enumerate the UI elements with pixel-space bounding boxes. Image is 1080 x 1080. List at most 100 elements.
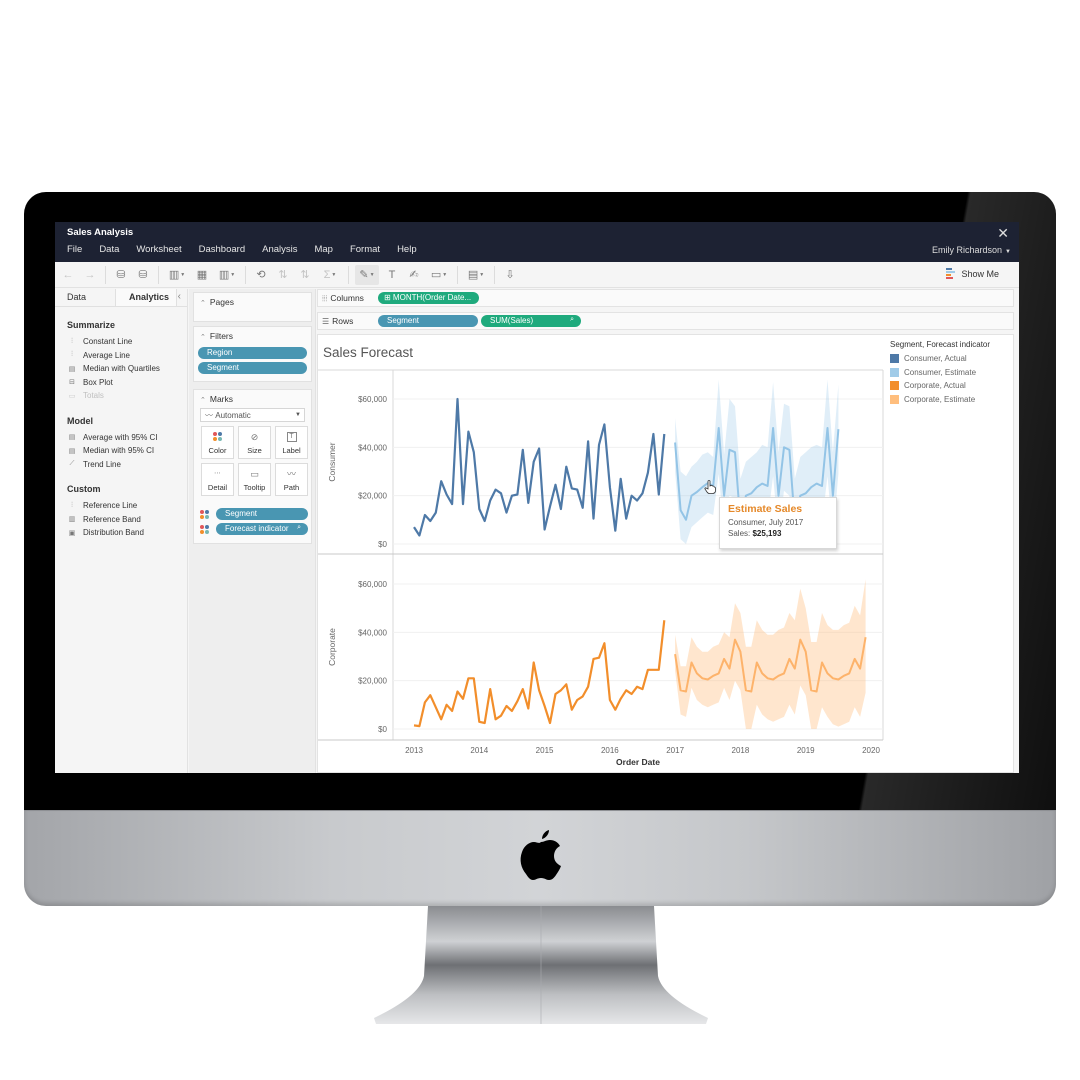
legend-label: Corporate, Actual	[904, 381, 966, 391]
totals-button[interactable]: Σ ▼	[318, 265, 342, 285]
x-tick-label: 2014	[470, 746, 488, 755]
legend-title: Segment, Forecast indicator	[890, 340, 991, 349]
chevron-down-icon: ▼	[369, 271, 375, 278]
actual-line-consumer	[413, 397, 666, 537]
user-menu[interactable]: Emily Richardson ▼	[932, 245, 1011, 255]
y-tick-label: $60,000	[358, 395, 387, 404]
rows-shelf[interactable]: ☰ Rows Segment SUM(Sales) ⌕	[317, 312, 1014, 330]
annotate-button[interactable]: ✍	[405, 265, 423, 285]
analytics-item-median-with-quartiles[interactable]: ▤ Median with Quartiles	[67, 362, 187, 376]
rows-pill-sum-sales[interactable]: SUM(Sales) ⌕	[481, 315, 581, 327]
average-line-icon: ⫶	[71, 351, 73, 359]
label-button[interactable]: T Label	[275, 426, 308, 459]
marks-pill-segment[interactable]: Segment	[216, 508, 308, 520]
tooltip-button-label: Tooltip	[243, 483, 266, 492]
columns-shelf[interactable]: ⦙⦙⦙ Columns ⊞ MONTH(Order Date...	[317, 289, 1014, 307]
size-button[interactable]: ⊘ Size	[238, 426, 271, 459]
analytics-item-constant-line[interactable]: ⫶ Constant Line	[67, 335, 187, 349]
analytics-item-box-plot[interactable]: ⊟ Box Plot	[67, 376, 187, 390]
toolbar-divider	[348, 265, 349, 284]
new-worksheet-button[interactable]: ▥ ▼	[165, 265, 189, 285]
presentation-button[interactable]: ▤ ▼	[464, 265, 488, 285]
rows-pill-segment[interactable]: Segment	[378, 315, 478, 327]
clear-sheet-button[interactable]: ▥ ▼	[215, 265, 239, 285]
analytics-item-median-with-95-ci[interactable]: ▤ Median with 95% CI	[67, 444, 187, 458]
color-button[interactable]: Color	[201, 426, 234, 459]
back-arrow-button[interactable]: ←	[59, 265, 77, 285]
path-button[interactable]: 〰 Path	[275, 463, 308, 496]
share-button[interactable]: ⇩	[501, 265, 519, 285]
menu-help[interactable]: Help	[384, 242, 421, 260]
menu-format[interactable]: Format	[337, 242, 384, 260]
close-icon[interactable]: ✕	[997, 225, 1009, 242]
filters-card-header: ⌃ Filters	[194, 327, 311, 341]
fit-button[interactable]: ▭ ▼	[427, 265, 451, 285]
swap-rows-columns-button[interactable]: ⟲	[252, 265, 270, 285]
collapse-chevron-icon[interactable]: ⌃	[200, 334, 206, 341]
label-button-label: Label	[282, 446, 301, 455]
menu-map[interactable]: Map	[301, 242, 336, 260]
x-tick-label: 2017	[666, 746, 684, 755]
analytics-item-reference-line[interactable]: ⫶ Reference Line	[67, 499, 187, 513]
columns-shelf-label: ⦙⦙⦙ Columns	[322, 293, 364, 304]
legend-item-corporate-actual[interactable]: Corporate, Actual	[890, 379, 990, 393]
legend-item-consumer-estimate[interactable]: Consumer, Estimate	[890, 366, 990, 380]
analytics-item-label: Distribution Band	[83, 528, 144, 538]
collapse-chevron-icon[interactable]: ⌃	[200, 300, 206, 307]
tab-data[interactable]: Data	[55, 289, 115, 306]
color-encoding-icon	[200, 509, 209, 519]
fit-icon: ▭	[430, 269, 442, 281]
marks-pill-forecast-indicator[interactable]: Forecast indicator ⌕	[216, 523, 308, 535]
marks-buttons: Color ⊘ Size T Label ⋯ Detail ▭ Tooltip	[201, 426, 311, 496]
columns-label-text: Columns	[330, 293, 364, 303]
filter-pill-segment[interactable]: Segment	[198, 362, 307, 374]
tooltip-button[interactable]: ▭ Tooltip	[238, 463, 271, 496]
x-tick-label: 2018	[732, 746, 750, 755]
mark-type-dropdown[interactable]: 〰 Automatic ▼	[200, 408, 305, 422]
toolbar-divider	[457, 265, 458, 284]
menu-data[interactable]: Data	[86, 242, 123, 260]
analytics-item-distribution-band[interactable]: ▣ Distribution Band	[67, 526, 187, 540]
prediction-band-corporate	[675, 579, 866, 729]
sort-descending-button[interactable]: ⇅	[296, 265, 314, 285]
analytics-item-average-line[interactable]: ⫶ Average Line	[67, 349, 187, 363]
y-tick-label: $0	[378, 540, 387, 549]
sort-ascending-button[interactable]: ⇅	[274, 265, 292, 285]
analytics-item-average-with-95-ci[interactable]: ▤ Average with 95% CI	[67, 431, 187, 445]
duplicate-sheet-button[interactable]: ▦	[193, 265, 211, 285]
show-me-button[interactable]: Show Me	[946, 268, 999, 279]
filter-pill-region[interactable]: Region	[198, 347, 307, 359]
columns-pill-month-order-date[interactable]: ⊞ MONTH(Order Date...	[378, 292, 479, 304]
back-arrow-icon: ←	[62, 268, 74, 281]
tab-analytics[interactable]: Analytics	[115, 289, 177, 306]
legend-item-consumer-actual[interactable]: Consumer, Actual	[890, 352, 990, 366]
forward-arrow-button[interactable]: →	[81, 265, 99, 285]
analytics-item-label: Average with 95% CI	[83, 432, 158, 442]
new-data-source-button[interactable]: ⛁	[112, 265, 130, 285]
presentation-icon: ▤	[467, 269, 479, 281]
highlight-button[interactable]: ✎ ▼	[355, 264, 379, 285]
tooltip: Estimate Sales Consumer, July 2017 Sales…	[719, 497, 837, 549]
analytics-item-trend-line[interactable]: ⟋ Trend Line	[67, 458, 187, 472]
actual-line-corporate	[413, 620, 666, 728]
labels-button[interactable]: T	[383, 265, 401, 285]
collapse-chevron-icon[interactable]: ⌃	[200, 397, 206, 404]
legend-item-corporate-estimate[interactable]: Corporate, Estimate	[890, 393, 990, 407]
menu-file[interactable]: File	[55, 242, 86, 260]
show-me-label: Show Me	[961, 268, 999, 279]
share-icon: ⇩	[505, 269, 515, 281]
line-mark-icon: 〰	[205, 411, 213, 420]
section-heading: Model	[67, 415, 93, 426]
view-area: Sales Forecast $0 $20,000 $40,000 $60,000 Co…	[317, 334, 1014, 773]
x-tick-label: 2020	[862, 746, 880, 755]
menu-worksheet[interactable]: Worksheet	[123, 242, 185, 260]
analytics-item-reference-band[interactable]: ▥ Reference Band	[67, 513, 187, 527]
menu-analysis[interactable]: Analysis	[249, 242, 301, 260]
menu-dashboard[interactable]: Dashboard	[186, 242, 249, 260]
pause-updates-button[interactable]: ⛁	[134, 265, 152, 285]
sort-ascending-icon: ⇅	[278, 269, 288, 281]
average-ci-icon: ▤	[68, 434, 76, 442]
collapse-pane-icon[interactable]: ‹	[178, 291, 181, 302]
detail-button[interactable]: ⋯ Detail	[201, 463, 234, 496]
box-plot-icon: ⊟	[69, 379, 75, 387]
